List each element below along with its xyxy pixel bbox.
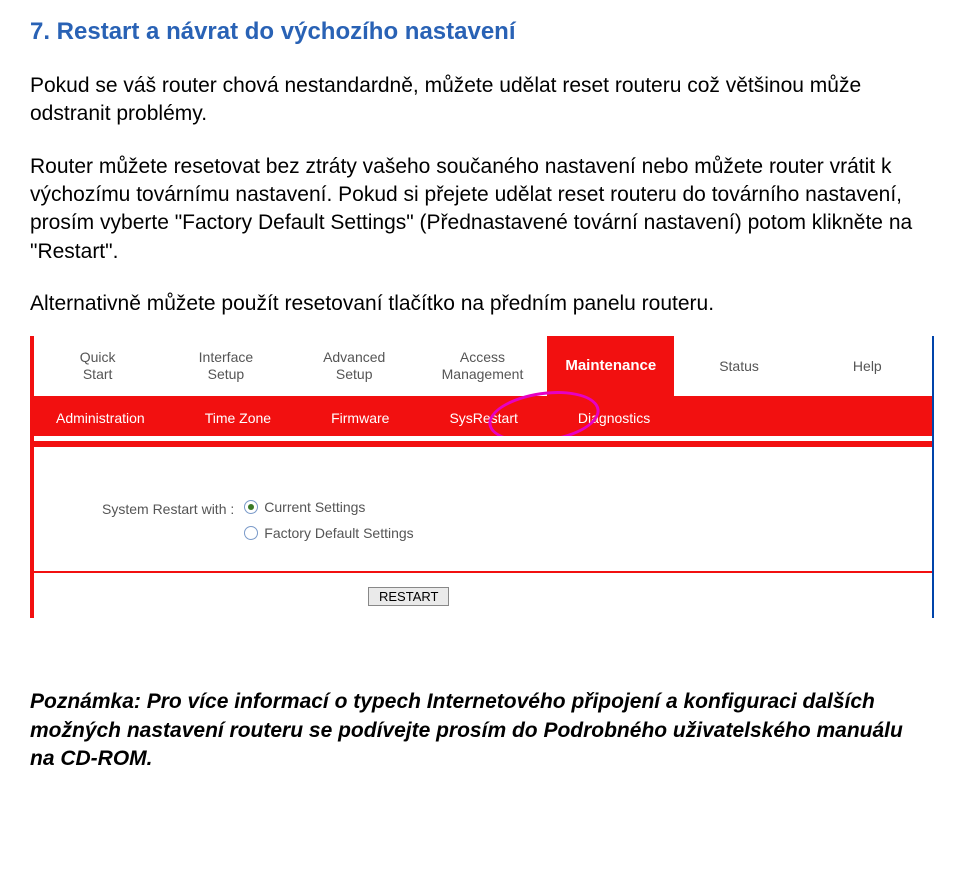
tab-label: Interface [199, 349, 253, 367]
tab-help[interactable]: Help [804, 336, 932, 396]
subtab-diagnostics[interactable]: Diagnostics [578, 410, 650, 426]
intro-paragraph-3: Alternativně můžete použít resetovaní tl… [30, 290, 936, 318]
subtab-sysrestart[interactable]: SysRestart [449, 410, 517, 426]
tab-interface-setup[interactable]: Interface Setup [162, 336, 290, 396]
restart-form-row: System Restart with : Current Settings F… [102, 499, 414, 541]
tab-access-management[interactable]: Access Management [419, 336, 547, 396]
subtab-firmware[interactable]: Firmware [331, 410, 389, 426]
tab-maintenance[interactable]: Maintenance [547, 336, 675, 396]
radio-label: Current Settings [264, 499, 365, 515]
subtab-administration[interactable]: Administration [56, 410, 145, 426]
divider [34, 441, 932, 447]
radio-group: Current Settings Factory Default Setting… [244, 499, 413, 541]
router-admin-screenshot: Quick Start Interface Setup Advanced Set… [30, 336, 934, 618]
tab-label: Status [719, 358, 759, 376]
radio-current-settings[interactable]: Current Settings [244, 499, 413, 515]
sub-tab-row: Administration Time Zone Firmware SysRes… [34, 400, 932, 436]
radio-icon [244, 526, 258, 540]
tab-label: Maintenance [565, 357, 656, 376]
tab-label: Management [442, 366, 524, 384]
tab-quick-start[interactable]: Quick Start [34, 336, 162, 396]
tab-label: Setup [208, 366, 245, 384]
restart-button[interactable]: RESTART [368, 587, 449, 606]
tab-status[interactable]: Status [675, 336, 803, 396]
tab-label: Setup [336, 366, 373, 384]
tab-advanced-setup[interactable]: Advanced Setup [291, 336, 419, 396]
radio-label: Factory Default Settings [264, 525, 413, 541]
restart-label: System Restart with : [102, 499, 234, 517]
tab-label: Help [853, 358, 882, 376]
radio-factory-default[interactable]: Factory Default Settings [244, 525, 413, 541]
main-tab-row: Quick Start Interface Setup Advanced Set… [34, 336, 932, 400]
divider [34, 571, 932, 573]
tab-label: Quick [80, 349, 116, 367]
section-heading: 7. Restart a návrat do výchozího nastave… [30, 18, 936, 46]
tab-label: Advanced [323, 349, 385, 367]
subtab-time-zone[interactable]: Time Zone [205, 410, 271, 426]
radio-icon [244, 500, 258, 514]
intro-paragraph-2: Router můžete resetovat bez ztráty vašeh… [30, 153, 936, 266]
content-panel: System Restart with : Current Settings F… [34, 436, 932, 618]
footnote: Poznámka: Pro více informací o typech In… [30, 688, 930, 773]
intro-paragraph-1: Pokud se váš router chová nestandardně, … [30, 72, 936, 129]
tab-label: Start [83, 366, 113, 384]
tab-label: Access [460, 349, 505, 367]
